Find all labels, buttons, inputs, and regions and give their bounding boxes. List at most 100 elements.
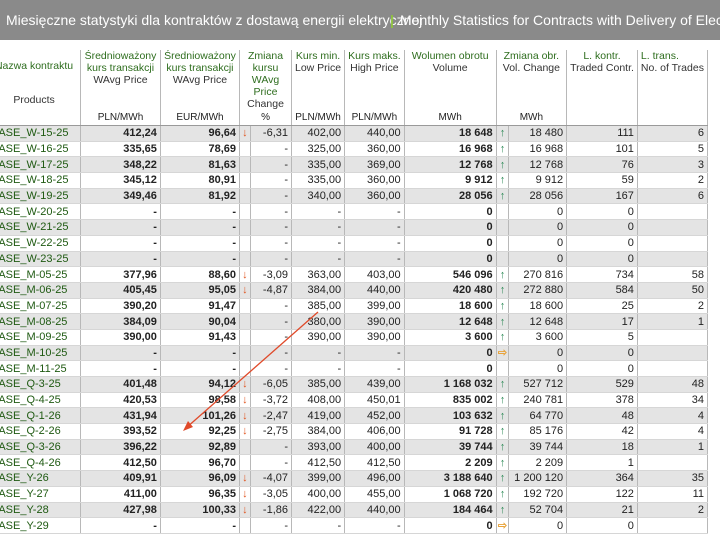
change-arrow-icon xyxy=(239,141,251,158)
cell-change: - xyxy=(250,313,293,330)
vol-change-arrow-icon: ↑ xyxy=(496,172,510,189)
cell-traded-contr: 76 xyxy=(566,156,638,174)
cell-wavg-eur: - xyxy=(160,517,241,534)
cell-low: 422,00 xyxy=(291,502,346,519)
arrow-up-icon: ↑ xyxy=(499,394,506,407)
cell-wavg-eur: 96,70 xyxy=(160,454,241,472)
cell-traded-contr: 21 xyxy=(566,502,638,519)
cell-low: - xyxy=(291,517,346,534)
cell-wavg-pln: 427,98 xyxy=(80,502,161,519)
cell-high: - xyxy=(344,345,405,362)
cell-change: -1,86 xyxy=(250,502,293,519)
cell-change: -4,87 xyxy=(250,282,293,299)
cell-low: 384,00 xyxy=(291,423,346,440)
cell-low: 419,00 xyxy=(291,407,346,425)
title-english: Monthly Statistics for Contracts with De… xyxy=(400,12,720,28)
header-volume-pl: Wolumen obrotu xyxy=(411,50,489,62)
header-change-en: Change xyxy=(247,98,284,110)
cell-vol-change: 16 968 xyxy=(508,141,568,158)
arrow-up-icon: ↑ xyxy=(499,409,506,422)
cell-wavg-eur: 78,69 xyxy=(160,141,241,158)
cell-wavg-pln: 412,24 xyxy=(80,125,161,142)
cell-wavg-pln: - xyxy=(80,360,161,377)
cell-traded-contr: 25 xyxy=(566,298,638,315)
header-wavg-pln: Średnioważony kurs transakcji WAvg Price xyxy=(80,50,161,110)
cell-change: - xyxy=(250,517,293,534)
vol-change-arrow-icon: ↑ xyxy=(496,502,510,519)
cell-wavg-eur: - xyxy=(160,251,241,268)
header-volume-en: Volume xyxy=(432,62,468,74)
cell-change: - xyxy=(250,345,293,362)
cell-wavg-eur: - xyxy=(160,203,241,221)
cell-traded-contr: 5 xyxy=(566,329,638,346)
cell-product: BASE_M-11-25 xyxy=(0,360,82,377)
cell-volume: 12 768 xyxy=(404,156,497,174)
cell-product: BASE_W-19-25 xyxy=(0,188,82,205)
cell-volume: 103 632 xyxy=(404,407,497,425)
cell-high: 406,00 xyxy=(344,423,405,440)
table-row: BASE_Y-29-----0⇨00 xyxy=(0,517,709,534)
cell-change: - xyxy=(250,156,293,174)
header-low-en: Low Price xyxy=(295,62,342,74)
cell-low: 335,00 xyxy=(291,172,346,189)
arrow-up-icon: ↑ xyxy=(499,441,506,454)
cell-high: 440,00 xyxy=(344,282,405,299)
arrow-down-icon: ↓ xyxy=(242,284,248,297)
table-row: BASE_W-23-25-----000 xyxy=(0,251,709,268)
cell-change: -2,75 xyxy=(250,423,293,440)
vol-change-arrow-icon: ↑ xyxy=(496,470,510,487)
cell-vol-change: 240 781 xyxy=(508,392,568,409)
cell-trades: 4 xyxy=(637,407,709,425)
cell-vol-change: 52 704 xyxy=(508,502,568,519)
cell-traded-contr: 0 xyxy=(566,360,638,377)
header-high-en: High Price xyxy=(350,62,399,74)
cell-trades: 1 xyxy=(637,313,709,330)
cell-traded-contr: 0 xyxy=(566,219,638,236)
vol-change-arrow-icon: ⇨ xyxy=(496,517,510,534)
table-row: BASE_M-08-25384,0990,04-380,00390,0012 6… xyxy=(0,313,709,330)
cell-vol-change: 2 209 xyxy=(508,454,568,472)
cell-wavg-pln: - xyxy=(80,517,161,534)
cell-change: - xyxy=(250,219,293,236)
cell-volume: 0 xyxy=(404,235,497,252)
cell-wavg-eur: 96,64 xyxy=(160,125,241,142)
table-row: BASE_Q-3-25401,4894,12↓-6,05385,00439,00… xyxy=(0,376,709,393)
cell-vol-change: 85 176 xyxy=(508,423,568,440)
cell-wavg-pln: - xyxy=(80,235,161,252)
header-product: Nazwa kontraktu Products xyxy=(0,50,82,110)
cell-volume: 9 912 xyxy=(404,172,497,189)
cell-trades: 2 xyxy=(637,298,709,315)
cell-traded-contr: 0 xyxy=(566,517,638,534)
cell-wavg-eur: 88,60 xyxy=(160,266,241,283)
change-arrow-icon xyxy=(239,360,251,377)
cell-product: BASE_M-06-25 xyxy=(0,282,82,299)
cell-high: 390,00 xyxy=(344,329,405,346)
cell-wavg-eur: - xyxy=(160,235,241,252)
cell-traded-contr: 167 xyxy=(566,188,638,205)
table-row: BASE_W-18-25345,1280,91-335,00360,009 91… xyxy=(0,172,709,189)
cell-trades xyxy=(637,454,709,472)
vol-change-arrow-icon: ↑ xyxy=(496,329,510,346)
cell-product: BASE_W-15-25 xyxy=(0,125,82,142)
cell-low: - xyxy=(291,345,346,362)
cell-product: BASE_M-10-25 xyxy=(0,345,82,362)
header-trades-pl: L. trans. xyxy=(640,50,679,62)
cell-trades: 4 xyxy=(637,423,709,440)
cell-high: - xyxy=(344,219,405,236)
cell-volume: 1 168 032 xyxy=(404,376,497,393)
cell-vol-change: 39 744 xyxy=(508,439,568,456)
cell-trades: 34 xyxy=(637,392,709,409)
cell-wavg-pln: 335,65 xyxy=(80,141,161,158)
cell-change: - xyxy=(250,360,293,377)
cell-low: - xyxy=(291,360,346,377)
change-arrow-icon xyxy=(239,203,251,221)
arrow-up-icon: ↑ xyxy=(499,488,506,501)
change-arrow-icon: ↓ xyxy=(239,502,251,519)
table-row: BASE_M-05-25377,9688,60↓-3,09363,00403,0… xyxy=(0,266,709,283)
table-row: BASE_M-06-25405,4595,05↓-4,87384,00440,0… xyxy=(0,282,709,299)
cell-low: 340,00 xyxy=(291,188,346,205)
cell-wavg-pln: - xyxy=(80,251,161,268)
cell-change: - xyxy=(250,329,293,346)
cell-wavg-eur: 91,43 xyxy=(160,329,241,346)
arrow-up-icon: ↑ xyxy=(499,472,506,485)
